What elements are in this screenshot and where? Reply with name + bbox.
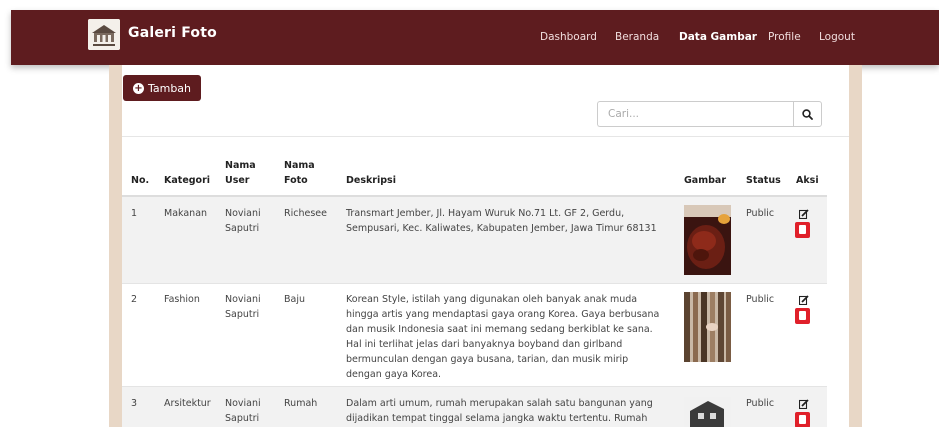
header-gambar: Gambar [684, 175, 727, 186]
delete-icon[interactable] [795, 412, 810, 427]
cell-nama-foto: Richesee [284, 208, 327, 219]
house-photo-thumbnail[interactable] [684, 397, 731, 427]
toolbar-divider [122, 136, 849, 137]
edit-icon[interactable] [799, 399, 809, 409]
cell-nama-user: Noviani Saputri [225, 208, 261, 234]
site-logo[interactable] [88, 19, 120, 50]
edit-icon[interactable] [799, 209, 809, 219]
cell-status: Public [746, 294, 775, 305]
nav-link-dashboard[interactable]: Dashboard [540, 31, 597, 43]
cell-deskripsi: Korean Style, istilah yang digunakan ole… [346, 294, 660, 380]
cell-deskripsi: Dalam arti umum, rumah merupakan salah s… [346, 398, 653, 424]
cell-kategori: Arsitektur [164, 398, 211, 409]
fashion-photo-thumbnail[interactable] [684, 292, 731, 362]
brand-title[interactable]: Galeri Foto [128, 25, 217, 41]
header-nama-user: Nama User [225, 160, 256, 186]
header-aksi: Aksi [796, 175, 819, 186]
cell-nama-user: Noviani Saputri [225, 294, 261, 320]
header-deskripsi: Deskripsi [346, 175, 396, 186]
cell-kategori: Makanan [164, 208, 208, 219]
search-icon [802, 108, 813, 120]
delete-icon[interactable] [795, 222, 810, 238]
cell-no: 3 [131, 398, 138, 409]
food-photo-thumbnail[interactable] [684, 205, 731, 275]
cell-nama-user: Noviani Saputri [225, 398, 261, 424]
row-divider [122, 283, 827, 284]
add-button-label: Tambah [147, 81, 192, 95]
plus-circle-icon: + [132, 82, 144, 94]
cell-status: Public [746, 398, 775, 409]
header-no: No. [131, 175, 150, 186]
cell-status: Public [746, 208, 775, 219]
cell-kategori: Fashion [164, 294, 200, 305]
edit-icon[interactable] [799, 295, 809, 305]
header-nama-foto: Nama Foto [284, 160, 315, 186]
nav-link-beranda[interactable]: Beranda [615, 31, 659, 43]
nav-link-data-gambar[interactable]: Data Gambar [679, 31, 757, 43]
search-input[interactable] [597, 101, 793, 127]
cell-no: 1 [131, 208, 138, 219]
header-kategori: Kategori [164, 175, 211, 186]
add-button[interactable]: + Tambah [123, 75, 201, 101]
nav-link-logout[interactable]: Logout [819, 31, 855, 43]
delete-icon[interactable] [795, 308, 810, 324]
header-status: Status [746, 175, 781, 186]
cell-deskripsi: Transmart Jember, Jl. Hayam Wuruk No.71 … [346, 208, 657, 234]
cell-nama-foto: Baju [284, 294, 305, 305]
nav-link-profile[interactable]: Profile [768, 31, 801, 43]
cell-no: 2 [131, 294, 138, 305]
search-button[interactable] [793, 101, 822, 127]
cell-nama-foto: Rumah [284, 398, 318, 409]
